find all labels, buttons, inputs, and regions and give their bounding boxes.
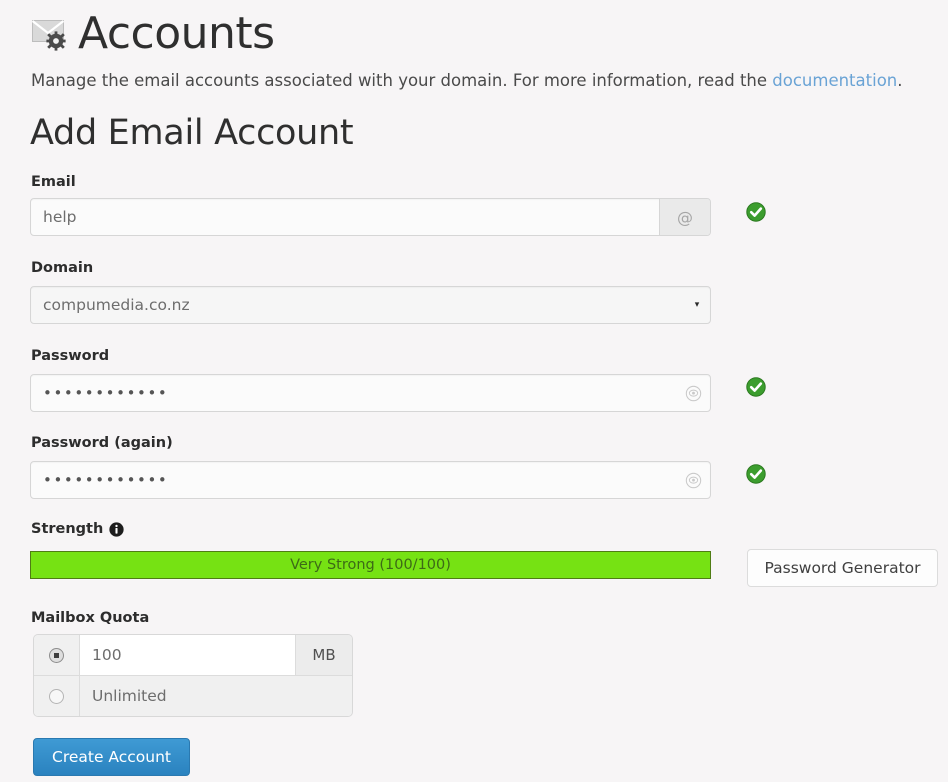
email-label: Email: [31, 174, 76, 190]
quota-unit-label: MB: [295, 635, 352, 675]
password-generator-button[interactable]: Password Generator: [747, 549, 938, 587]
mailbox-quota-group: 100 MB Unlimited: [33, 634, 353, 717]
page-title: Accounts: [78, 8, 275, 59]
quota-unlimited-radio-cell[interactable]: [34, 676, 80, 716]
mail-settings-icon: [30, 14, 74, 54]
quota-limited-input[interactable]: 100: [80, 635, 295, 675]
create-account-button[interactable]: Create Account: [33, 738, 191, 776]
domain-label: Domain: [31, 260, 94, 276]
password-input-group[interactable]: ••••••••••••: [30, 374, 711, 412]
password-strength-bar: Very Strong (100/100): [30, 551, 711, 579]
mailbox-quota-label: Mailbox Quota: [31, 610, 150, 626]
section-title: Add Email Account: [30, 113, 354, 153]
info-icon[interactable]: [109, 521, 124, 537]
password-input[interactable]: ••••••••••••: [31, 375, 676, 411]
password-reveal-eye-icon[interactable]: [676, 375, 710, 411]
domain-select[interactable]: compumedia.co.nz ▾: [30, 286, 711, 324]
email-input[interactable]: help: [31, 199, 659, 235]
password-strength-text: Very Strong (100/100): [290, 557, 451, 573]
password-again-reveal-eye-icon[interactable]: [676, 462, 710, 498]
at-symbol-icon: @: [659, 199, 710, 235]
quota-option-unlimited[interactable]: Unlimited: [34, 675, 352, 716]
page-subtitle: Manage the email accounts associated wit…: [31, 70, 903, 92]
password-again-label: Password (again): [31, 435, 173, 451]
password-label: Password: [31, 348, 110, 364]
password-valid-icon: [746, 377, 766, 397]
email-valid-icon: [746, 202, 766, 222]
quota-unlimited-label: Unlimited: [80, 676, 352, 716]
quota-limited-radio-cell[interactable]: [34, 635, 80, 675]
page-subtitle-text: Manage the email accounts associated wit…: [31, 71, 773, 90]
quota-limited-radio[interactable]: [49, 647, 64, 663]
quota-unlimited-radio[interactable]: [49, 688, 64, 704]
documentation-link[interactable]: documentation: [772, 71, 897, 90]
accounts-page: Accounts Manage the email accounts assoc…: [0, 0, 948, 782]
email-input-group[interactable]: help @: [30, 198, 711, 236]
page-header: Accounts: [30, 6, 275, 62]
password-again-valid-icon: [746, 464, 766, 484]
password-again-input[interactable]: ••••••••••••: [31, 462, 676, 498]
strength-label-wrap: Strength: [31, 521, 124, 537]
chevron-down-icon: ▾: [694, 300, 700, 310]
domain-selected-value: compumedia.co.nz: [43, 296, 190, 314]
page-subtitle-period: .: [897, 71, 903, 90]
strength-label: Strength: [31, 521, 104, 537]
password-again-input-group[interactable]: ••••••••••••: [30, 461, 711, 499]
quota-option-limited[interactable]: 100 MB: [34, 635, 352, 675]
